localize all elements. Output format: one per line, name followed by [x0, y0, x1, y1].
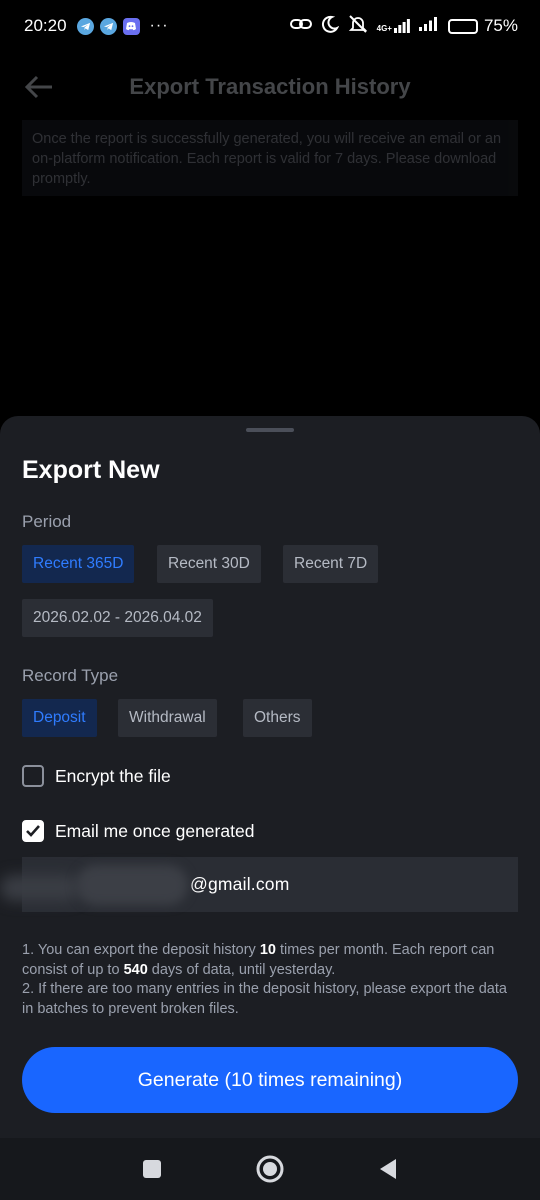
back-triangle-icon	[380, 1159, 396, 1179]
back-button[interactable]	[371, 1152, 405, 1186]
record-chip-others[interactable]: Others	[243, 699, 312, 737]
encrypt-checkbox[interactable]	[22, 765, 44, 787]
status-right: 4G+ 75%	[289, 14, 518, 39]
battery-indicator: 75%	[447, 16, 518, 36]
encrypt-file-option[interactable]: Encrypt the file	[22, 765, 171, 787]
moon-icon	[321, 15, 339, 38]
note-2: 2. If there are too many entries in the …	[22, 981, 507, 1017]
period-chip-7d[interactable]: Recent 7D	[283, 545, 379, 583]
export-notes: 1. You can export the deposit history 10…	[22, 941, 522, 1019]
system-nav-bar	[0, 1138, 540, 1200]
period-chip-365d[interactable]: Recent 365D	[22, 545, 135, 583]
encrypt-label: Encrypt the file	[55, 765, 171, 786]
email-notify-label: Email me once generated	[55, 820, 255, 841]
generate-button[interactable]: Generate (10 times remaining)	[22, 1047, 518, 1113]
status-bar: 20:20 ··· 4G+ 75%	[0, 0, 540, 52]
sheet-title: Export New	[22, 456, 160, 484]
email-field[interactable]: @gmail.com	[0, 857, 518, 912]
recents-button[interactable]	[135, 1152, 169, 1186]
status-left: 20:20 ···	[24, 16, 169, 36]
period-chip-30d[interactable]: Recent 30D	[157, 545, 261, 583]
email-value: @gmail.com	[190, 874, 290, 894]
notice-text: Once the report is successfully generate…	[22, 120, 518, 196]
back-arrow-icon[interactable]	[24, 72, 54, 102]
export-bottom-sheet: Export New Period Recent 365D Recent 30D…	[0, 416, 540, 1138]
page-header: Export Transaction History	[0, 62, 540, 112]
redaction-blur	[76, 865, 188, 905]
record-chip-deposit[interactable]: Deposit	[22, 699, 97, 737]
record-type-label: Record Type	[22, 666, 119, 685]
record-chip-withdrawal[interactable]: Withdrawal	[118, 699, 217, 737]
status-time: 20:20	[24, 16, 67, 35]
note-1: 1. You can export the deposit history 10…	[22, 942, 495, 978]
period-label: Period	[22, 512, 72, 531]
telegram-icon	[76, 17, 94, 35]
more-notifications-icon: ···	[149, 17, 169, 34]
email-notify-checkbox[interactable]	[22, 820, 44, 842]
battery-icon	[447, 18, 478, 34]
telegram-icon	[99, 17, 117, 35]
sheet-drag-handle[interactable]	[246, 428, 294, 432]
email-notify-option[interactable]: Email me once generated	[22, 820, 254, 842]
link-icon	[289, 16, 312, 36]
signal-icon	[418, 16, 439, 36]
background-page: Export Transaction History Once the repo…	[0, 52, 540, 422]
page-title: Export Transaction History	[129, 74, 411, 99]
custom-date-range[interactable]: 2026.02.02 - 2026.04.02	[22, 599, 213, 637]
home-circle-icon	[256, 1155, 284, 1183]
home-button[interactable]	[253, 1152, 287, 1186]
redaction-blur	[0, 875, 80, 901]
checkmark-icon	[26, 825, 40, 837]
muted-bell-icon	[348, 14, 368, 39]
square-icon	[143, 1160, 161, 1178]
battery-percent: 75%	[483, 16, 518, 35]
discord-icon	[122, 17, 140, 35]
signal-4g-icon: 4G+	[377, 19, 410, 33]
